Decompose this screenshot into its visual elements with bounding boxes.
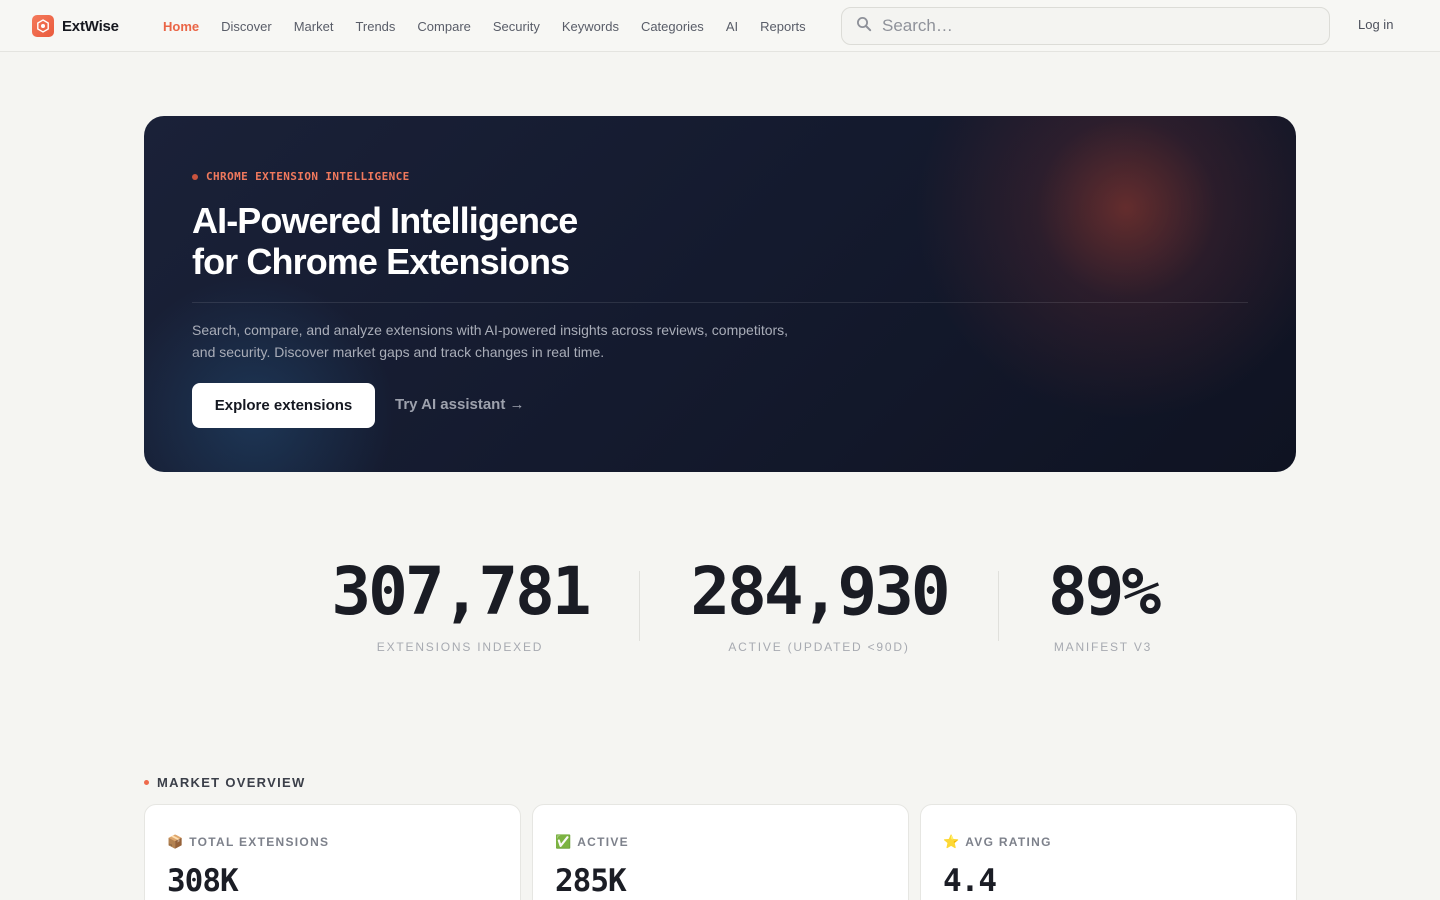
nav-link-trends[interactable]: Trends	[355, 19, 395, 34]
hero-banner: CHROME EXTENSION INTELLIGENCE AI-Powered…	[144, 116, 1296, 472]
card-label-text: AVG RATING	[965, 835, 1052, 849]
card-value: 285K	[555, 863, 627, 899]
hero-eyebrow: CHROME EXTENSION INTELLIGENCE	[192, 170, 410, 183]
explore-extensions-button[interactable]: Explore extensions	[192, 383, 375, 428]
hero-title-line-2: for Chrome Extensions	[192, 241, 570, 282]
stat-label: MANIFEST V3	[1053, 640, 1153, 654]
star-icon: ⭐	[943, 834, 960, 849]
card-active[interactable]: ✅ ACTIVE 285K	[532, 804, 909, 900]
hero-title-line-1: AI-Powered Intelligence	[192, 200, 578, 241]
card-total-extensions[interactable]: 📦 TOTAL EXTENSIONS 308K	[144, 804, 521, 900]
nav-link-discover[interactable]: Discover	[221, 19, 272, 34]
hero-eyebrow-text: CHROME EXTENSION INTELLIGENCE	[206, 170, 410, 183]
market-overview-heading: MARKET OVERVIEW	[144, 775, 306, 790]
card-label: ⭐ AVG RATING	[943, 834, 1052, 850]
eyebrow-dot	[192, 173, 198, 180]
card-value: 308K	[167, 863, 239, 899]
brand[interactable]: ExtWise	[32, 15, 119, 37]
nav-link-reports[interactable]: Reports	[760, 19, 806, 34]
nav-link-compare[interactable]: Compare	[417, 19, 470, 34]
search-box[interactable]	[841, 7, 1330, 45]
stat-label: EXTENSIONS INDEXED	[376, 640, 544, 654]
market-overview-title: MARKET OVERVIEW	[157, 775, 306, 790]
nav-link-security[interactable]: Security	[493, 19, 540, 34]
brand-name: ExtWise	[62, 17, 119, 35]
stat-divider	[639, 571, 640, 641]
card-label: ✅ ACTIVE	[555, 834, 629, 850]
card-label-text: ACTIVE	[577, 835, 629, 849]
stat-value: 307,781	[331, 553, 591, 630]
top-navigation: ExtWise Home Discover Market Trends Comp…	[0, 0, 1440, 52]
card-avg-rating[interactable]: ⭐ AVG RATING 4.4	[920, 804, 1297, 900]
section-dot	[144, 780, 149, 785]
stat-manifest-v3: 89% MANIFEST V3	[1038, 553, 1168, 655]
card-value: 4.4	[943, 863, 997, 899]
hero-description-line-2: and security. Discover market gaps and t…	[192, 344, 605, 360]
hero-title: AI-Powered Intelligence for Chrome Exten…	[192, 200, 578, 282]
nav-link-market[interactable]: Market	[294, 19, 334, 34]
stat-value: 89%	[1047, 553, 1161, 630]
nav-link-keywords[interactable]: Keywords	[562, 19, 619, 34]
stat-value: 284,930	[690, 553, 950, 630]
main-nav: Home Discover Market Trends Compare Secu…	[163, 0, 806, 52]
try-ai-assistant-link[interactable]: Try AI assistant →	[395, 396, 525, 413]
card-label-text: TOTAL EXTENSIONS	[189, 835, 330, 849]
package-icon: 📦	[167, 834, 184, 849]
nav-link-ai[interactable]: AI	[726, 19, 738, 34]
stat-active: 284,930 ACTIVE (UPDATED <90D)	[679, 553, 959, 655]
hero-divider	[192, 302, 1248, 303]
stat-extensions-indexed: 307,781 EXTENSIONS INDEXED	[320, 553, 600, 655]
stat-divider	[998, 571, 999, 641]
search-input[interactable]	[882, 16, 1302, 36]
check-icon: ✅	[555, 834, 572, 849]
hero-description: Search, compare, and analyze extensions …	[192, 319, 832, 363]
login-link[interactable]: Log in	[1358, 17, 1393, 32]
nav-link-categories[interactable]: Categories	[641, 19, 704, 34]
stat-label: ACTIVE (UPDATED <90D)	[728, 640, 910, 654]
hero-description-line-1: Search, compare, and analyze extensions …	[192, 322, 789, 338]
search-icon	[856, 16, 872, 37]
nav-link-home[interactable]: Home	[163, 19, 199, 34]
extwise-logo-icon	[32, 15, 54, 37]
card-label: 📦 TOTAL EXTENSIONS	[167, 834, 329, 850]
